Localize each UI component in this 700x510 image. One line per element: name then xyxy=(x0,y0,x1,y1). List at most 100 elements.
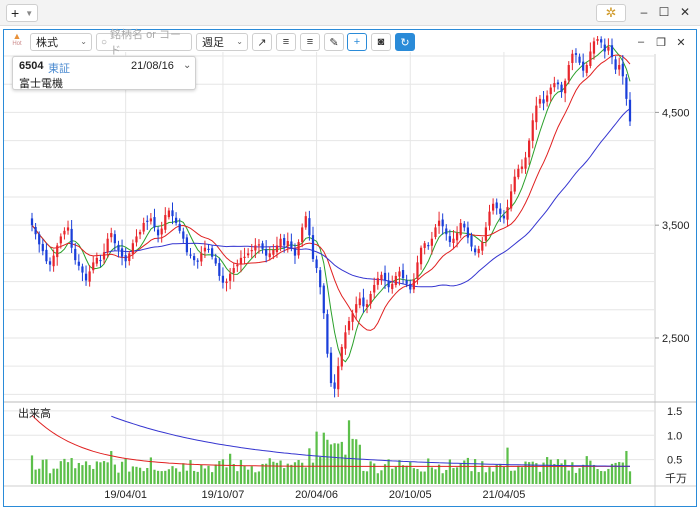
candle-body xyxy=(128,253,131,262)
candle-body xyxy=(63,230,66,235)
volume-bar xyxy=(261,463,264,484)
volume-bar xyxy=(542,462,545,484)
volume-bar xyxy=(610,463,614,484)
candle-body xyxy=(171,210,174,217)
volume-ma-long-line xyxy=(111,415,631,467)
volume-bar xyxy=(618,461,621,484)
candle-body xyxy=(347,321,351,331)
candle-body xyxy=(340,346,343,367)
settings-gear-button[interactable]: ✲ xyxy=(596,4,626,22)
close-button[interactable]: ✕ xyxy=(677,4,693,20)
volume-bar xyxy=(225,467,228,484)
candle-body xyxy=(380,274,383,281)
candle-body xyxy=(481,242,484,251)
candle-body xyxy=(329,352,333,384)
candle-body xyxy=(333,382,336,389)
candle-body xyxy=(290,241,293,248)
candle-body xyxy=(293,248,297,256)
volume-bar xyxy=(628,471,632,484)
maximize-button[interactable]: ☐ xyxy=(656,4,672,20)
candle-body xyxy=(203,247,207,252)
volume-bar xyxy=(153,469,156,484)
volume-bar xyxy=(376,473,379,484)
candle-body xyxy=(405,280,408,284)
volume-bar xyxy=(297,460,300,484)
candle-body xyxy=(30,218,34,226)
volume-bar xyxy=(607,468,610,484)
chevron-circle-icon[interactable]: ⌄ xyxy=(183,60,191,71)
candle-body xyxy=(434,227,437,238)
candle-body xyxy=(272,249,275,255)
volume-bar xyxy=(405,465,408,484)
candle-body xyxy=(167,210,171,218)
ma-long-line xyxy=(103,108,631,288)
candle-body xyxy=(326,314,329,354)
volume-bars xyxy=(30,420,632,484)
candle-body xyxy=(618,65,621,70)
candle-body xyxy=(416,262,419,279)
candle-body xyxy=(430,238,433,246)
candle-body xyxy=(41,243,44,252)
candle-body xyxy=(484,227,488,241)
volume-bar xyxy=(293,462,297,484)
volume-bar xyxy=(326,439,329,484)
candle-body xyxy=(401,270,405,279)
candle-body xyxy=(297,242,300,256)
candle-body xyxy=(582,61,585,71)
volume-bar xyxy=(564,459,567,484)
volume-bar xyxy=(92,468,95,484)
volume-bar xyxy=(585,456,588,484)
volume-bar xyxy=(409,462,412,484)
volume-bar xyxy=(214,464,217,484)
volume-bar xyxy=(247,469,250,484)
volume-bar xyxy=(156,470,160,484)
volume-panel-label: 出来高 xyxy=(18,406,51,420)
candle-body xyxy=(538,98,542,104)
volume-bar xyxy=(279,460,282,484)
volume-bar xyxy=(355,439,358,484)
x-tick-label: 19/04/01 xyxy=(104,489,147,501)
new-tab-button[interactable]: + ▼ xyxy=(6,4,38,22)
candle-body xyxy=(304,216,307,228)
candle-body xyxy=(160,228,163,235)
volume-bar xyxy=(391,468,394,484)
volume-bar xyxy=(232,464,235,484)
candle-body xyxy=(560,84,563,93)
volume-bar xyxy=(211,472,214,484)
candle-body xyxy=(373,284,376,293)
volume-tick-label: 1.5 xyxy=(667,406,682,418)
volume-bar xyxy=(167,469,171,484)
candle-body xyxy=(135,236,138,243)
candle-body xyxy=(45,249,48,262)
candle-body xyxy=(225,281,228,284)
candle-body xyxy=(419,247,423,265)
candle-body xyxy=(524,157,527,169)
stock-info-box[interactable]: 6504 東証 21/08/16 ⌄ 富士電機 xyxy=(12,56,196,90)
volume-bar xyxy=(340,441,343,484)
candle-body xyxy=(59,236,62,244)
candle-body xyxy=(265,249,268,256)
candle-body xyxy=(283,238,286,246)
volume-bar xyxy=(369,461,372,484)
candle-body xyxy=(603,44,606,52)
volume-bar xyxy=(455,467,459,484)
volume-bar xyxy=(502,466,506,484)
chart-canvas[interactable]: 19/04/01 19/10/07 20/04/06 20/10/05 21/04/05… xyxy=(4,30,696,506)
candle-body xyxy=(409,283,412,290)
candle-body xyxy=(232,268,235,273)
volume-bar xyxy=(337,443,340,484)
volume-bar xyxy=(603,471,606,484)
candle-body xyxy=(351,313,354,322)
volume-bar xyxy=(189,460,192,484)
volume-bar xyxy=(513,470,516,484)
y-tick-label: 3,500 xyxy=(662,220,690,232)
volume-bar xyxy=(401,465,405,484)
candle-body xyxy=(138,231,142,235)
candle-body xyxy=(387,280,390,288)
candle-body xyxy=(535,105,538,123)
volume-bar xyxy=(315,431,318,484)
volume-bar xyxy=(124,458,127,484)
minimize-button[interactable]: – xyxy=(636,4,652,20)
volume-bar xyxy=(625,450,628,484)
candle-body xyxy=(106,238,109,253)
